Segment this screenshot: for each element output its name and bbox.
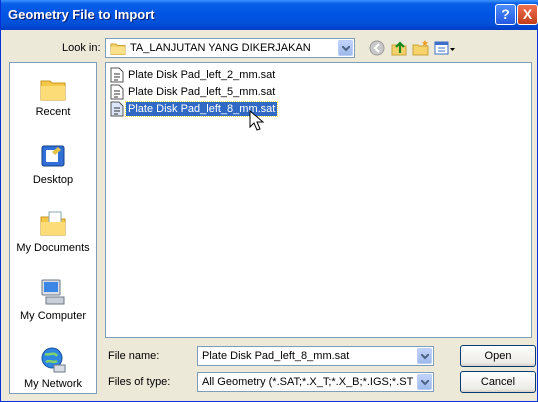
filetype-label: Files of type: [108, 376, 171, 388]
place-label: Desktop [32, 174, 74, 186]
lookin-combo[interactable]: TA_LANJUTAN YANG DIKERJAKAN [105, 38, 355, 58]
new-folder-icon[interactable] [412, 39, 430, 57]
place-recent[interactable]: Recent [10, 75, 96, 118]
recent-folder-icon [40, 80, 66, 101]
window-title: Geometry File to Import [8, 7, 155, 22]
close-button[interactable]: X [517, 4, 538, 25]
file-icon [110, 67, 124, 83]
place-my-documents[interactable]: My Documents [10, 209, 96, 254]
filename-dropdown-button[interactable] [417, 348, 432, 364]
filename-value: Plate Disk Pad_left_8_mm.sat [202, 350, 350, 362]
place-my-computer[interactable]: My Computer [10, 277, 96, 322]
lookin-label: Look in: [62, 42, 101, 54]
my-documents-icon [40, 211, 66, 236]
place-my-network[interactable]: My Network [10, 345, 96, 390]
import-dialog: Geometry File to Import ? X Look in: TA_… [0, 0, 538, 402]
folder-icon [110, 43, 126, 55]
file-icon [110, 84, 124, 100]
filename-label: File name: [108, 350, 160, 362]
up-folder-icon[interactable] [390, 39, 408, 57]
lookin-value: TA_LANJUTAN YANG DIKERJAKAN [130, 42, 311, 54]
help-button[interactable]: ? [495, 4, 516, 25]
chevron-down-icon [342, 46, 350, 52]
open-button[interactable]: Open [460, 345, 536, 367]
lookin-dropdown-button[interactable] [338, 40, 353, 56]
cancel-button[interactable]: Cancel [460, 371, 536, 393]
chevron-down-icon [421, 380, 429, 386]
file-list[interactable]: Plate Disk Pad_left_2_mm.sat Plate Disk … [105, 62, 532, 338]
desktop-icon [41, 145, 65, 167]
place-label: My Documents [16, 242, 90, 254]
mouse-cursor-icon [249, 110, 265, 131]
file-name: Plate Disk Pad_left_2_mm.sat [128, 69, 276, 81]
title-bar[interactable]: Geometry File to Import ? X [1, 0, 538, 30]
place-label: My Computer [19, 310, 87, 322]
filetype-value: All Geometry (*.SAT;*.X_T;*.X_B;*.IGS;*.… [202, 376, 414, 388]
place-label: My Network [23, 378, 83, 390]
back-icon[interactable] [368, 39, 386, 57]
filetype-dropdown-button[interactable] [417, 374, 432, 390]
file-icon [110, 101, 124, 117]
filename-input[interactable]: Plate Disk Pad_left_8_mm.sat [197, 346, 434, 366]
my-computer-icon [41, 279, 65, 305]
place-desktop[interactable]: Desktop [10, 143, 96, 186]
filetype-select[interactable]: All Geometry (*.SAT;*.X_T;*.X_B;*.IGS;*.… [197, 372, 434, 392]
file-name: Plate Disk Pad_left_5_mm.sat [128, 86, 276, 98]
place-label: Recent [35, 106, 71, 118]
my-network-icon [41, 347, 66, 373]
views-menu-icon[interactable] [434, 39, 456, 57]
places-bar: Recent Desktop My Documents My Computer … [9, 62, 97, 394]
chevron-down-icon [421, 354, 429, 360]
